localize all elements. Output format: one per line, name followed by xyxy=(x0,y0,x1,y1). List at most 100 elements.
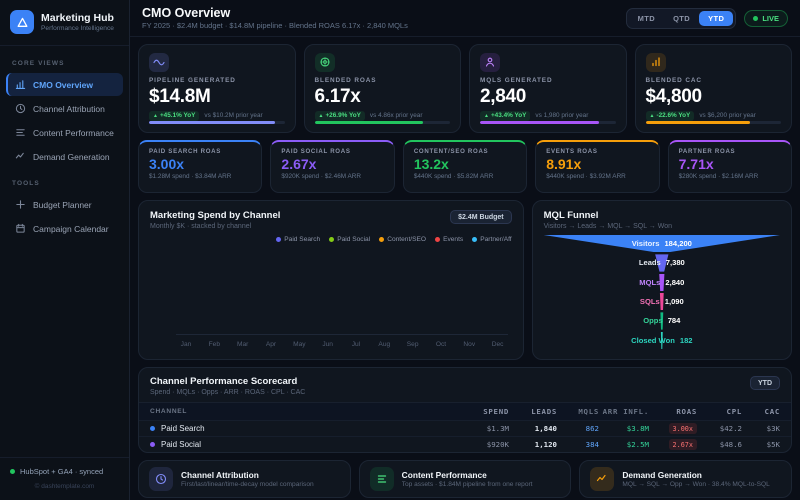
arrow-up-icon: ▲ xyxy=(153,112,158,119)
roas-card-partner: PARTNER ROAS 7.71x $280K spend · $2.16M … xyxy=(667,140,793,193)
sidebar-footer: HubSpot + GA4 · synced © dashtemplate.co… xyxy=(0,457,129,500)
kpi-compare: vs 4.86x prior year xyxy=(369,112,423,120)
wave-icon xyxy=(149,53,169,72)
nav-section-core-views: CORE VIEWS xyxy=(12,60,65,67)
roas-badge: 3.00x xyxy=(668,423,697,434)
kpi-value: $14.8M xyxy=(149,85,211,107)
kpi-progress-fill xyxy=(645,120,750,124)
spend-chart-legend: Paid Search Paid Social Content/SEO Even… xyxy=(150,236,512,243)
funnel-stage-leads: Leads 7,380 xyxy=(544,253,780,272)
kpi-card-blended-cac: BLENDED CAC $4,800 ▲ -22.6% YoY vs $6,200 … xyxy=(634,44,792,133)
legend-dot xyxy=(379,237,385,242)
plus-icon xyxy=(16,200,25,209)
charts-row: Marketing Spend by Channel Monthly $K · … xyxy=(138,200,792,360)
sidebar-item-channel-attribution[interactable]: Channel Attribution xyxy=(6,97,123,120)
kpi-delta-badge: ▲ +43.4% YoY xyxy=(480,110,531,121)
trend-icon xyxy=(590,467,615,491)
spend-chart-card: Marketing Spend by Channel Monthly $K · … xyxy=(138,200,524,360)
funnel-stage-visitors: Visitors 184,200 xyxy=(543,234,780,253)
page-title: CMO Overview xyxy=(142,6,231,20)
spend-chart-title: Marketing Spend by Channel xyxy=(150,210,281,221)
app-window: Marketing Hub Performance Intelligence C… xyxy=(0,0,800,500)
sidebar-item-campaign-calendar[interactable]: Campaign Calendar xyxy=(6,217,123,240)
kpi-value: 2,840 xyxy=(480,85,527,107)
sync-status-dot xyxy=(10,469,15,474)
legend-item: Events xyxy=(435,236,463,243)
sync-status: HubSpot + GA4 · synced xyxy=(10,467,119,476)
kpi-label: BLENDED CAC xyxy=(645,76,702,84)
list-icon xyxy=(16,129,25,136)
kpi-compare: vs $10.2M prior year xyxy=(204,112,263,120)
legend-item: Paid Search xyxy=(276,236,320,243)
kpi-card-blended-roas: BLENDED ROAS 6.17x ▲ +26.9% YoY vs 4.86x p… xyxy=(303,44,461,133)
link-card-demand-generation[interactable]: Demand Generation MQL → SQL → Opp → Won … xyxy=(579,460,793,498)
kpi-delta-badge: ▲ +45.1% YoY xyxy=(149,110,200,121)
clock-icon xyxy=(149,467,173,491)
spend-chart-subtitle: Monthly $K · stacked by channel xyxy=(150,223,252,230)
roas-card-events: EVENTS ROAS 8.91x $440K spend · $3.92M A… xyxy=(535,140,660,193)
table-header: CHANNEL SPEND LEADS MQLS ARR INFL. ROAS … xyxy=(139,402,791,420)
channel-dot xyxy=(150,442,155,447)
sidebar-item-cmo-overview[interactable]: CMO Overview xyxy=(6,73,123,96)
scorecard-subtitle: Spend · MQLs · Opps · ARR · ROAS · CPL ·… xyxy=(150,389,306,396)
kpi-card-mqls: MQLS GENERATED 2,840 ▲ +43.4% YoY vs 1,980… xyxy=(469,44,627,133)
sidebar-item-demand-generation[interactable]: Demand Generation xyxy=(6,145,123,168)
calendar-icon xyxy=(16,223,25,233)
channel-dot xyxy=(150,426,155,431)
user-icon xyxy=(480,53,500,72)
legend-item: Paid Social xyxy=(329,236,370,243)
roas-card-content-seo: CONTENT/SEO ROAS 13.2x $440K spend · $5.… xyxy=(402,140,528,193)
nav-section-tools: TOOLS xyxy=(12,180,40,187)
sidebar-nav: CORE VIEWS CMO Overview Channel Attribut… xyxy=(0,46,129,249)
arrow-up-icon: ▲ xyxy=(484,112,489,119)
range-mtd-button[interactable]: MTD xyxy=(629,11,664,26)
roas-card-paid-search: PAID SEARCH ROAS 3.00x $1.28M spend · $3… xyxy=(138,140,263,193)
funnel-stage-opps: Opps 784 xyxy=(544,311,780,330)
link-card-channel-attribution[interactable]: Channel Attribution First/last/linear/ti… xyxy=(138,460,351,498)
range-qtd-button[interactable]: QTD xyxy=(664,11,699,26)
link-card-content-performance[interactable]: Content Performance Top assets · $1.84M … xyxy=(358,460,572,498)
scorecard-ytd-badge: YTD xyxy=(750,376,780,390)
legend-dot xyxy=(472,237,478,242)
live-dot-icon xyxy=(753,15,759,21)
brand: Marketing Hub Performance Intelligence xyxy=(0,0,129,46)
page-subtitle: FY 2025 · $2.4M budget · $14.8M pipeline… xyxy=(142,21,408,30)
legend-dot xyxy=(276,237,282,242)
copyright: © dashtemplate.com xyxy=(34,483,95,490)
kpi-progress-fill xyxy=(314,120,423,124)
top-bar: CMO Overview FY 2025 · $2.4M budget · $1… xyxy=(130,0,800,37)
x-axis-labels: Jan Feb Mar Apr May Jun Jul Aug Sep Oct Nov Dec xyxy=(180,341,504,348)
kpi-progress-fill xyxy=(149,120,275,124)
roas-badge: 2.67x xyxy=(668,439,697,450)
range-ytd-button[interactable]: YTD xyxy=(699,10,734,26)
brand-name: Marketing Hub xyxy=(41,12,114,25)
scorecard-card: Channel Performance Scorecard Spend · MQ… xyxy=(138,367,792,453)
kpi-label: BLENDED ROAS xyxy=(314,76,377,84)
funnel-stage-mqls: MQLs 2,840 xyxy=(544,273,780,292)
budget-badge: $2.4M Budget xyxy=(450,210,512,224)
table-row-paid-social[interactable]: Paid Social $920K 1,120 384 $2.5M 2.67x … xyxy=(139,436,791,452)
kpi-card-pipeline: PIPELINE GENERATED $14.8M ▲ +45.1% YoY vs … xyxy=(138,44,296,133)
scorecard-title: Channel Performance Scorecard xyxy=(150,376,298,387)
mql-funnel-card: MQL Funnel Visitors → Leads → MQL → SQL … xyxy=(531,200,792,360)
brand-tagline: Performance Intelligence xyxy=(41,24,114,32)
clock-icon xyxy=(15,103,26,114)
trend-icon xyxy=(15,152,24,159)
kpi-label: PIPELINE GENERATED xyxy=(149,76,236,84)
legend-dot xyxy=(329,237,335,242)
kpi-progress-fill xyxy=(480,120,600,124)
kpi-progress-track xyxy=(149,120,285,124)
range-switcher: MTD QTD YTD xyxy=(625,7,737,29)
sidebar-item-budget-planner[interactable]: Budget Planner xyxy=(6,193,123,216)
table-row-paid-search[interactable]: Paid Search $1.3M 1,840 862 $3.8M 3.00x … xyxy=(139,420,791,436)
kpi-compare: vs 1,980 prior year xyxy=(535,112,589,120)
legend-dot xyxy=(435,237,441,242)
bars-icon xyxy=(645,53,666,72)
kpi-delta-badge: ▲ +26.9% YoY xyxy=(314,110,365,121)
x-axis-line xyxy=(176,334,508,335)
arrow-up-icon: ▲ xyxy=(318,112,324,119)
sidebar-item-content-performance[interactable]: Content Performance xyxy=(6,121,123,144)
list-icon xyxy=(369,467,394,491)
live-badge: LIVE xyxy=(744,9,788,27)
sidebar: Marketing Hub Performance Intelligence C… xyxy=(0,0,130,500)
